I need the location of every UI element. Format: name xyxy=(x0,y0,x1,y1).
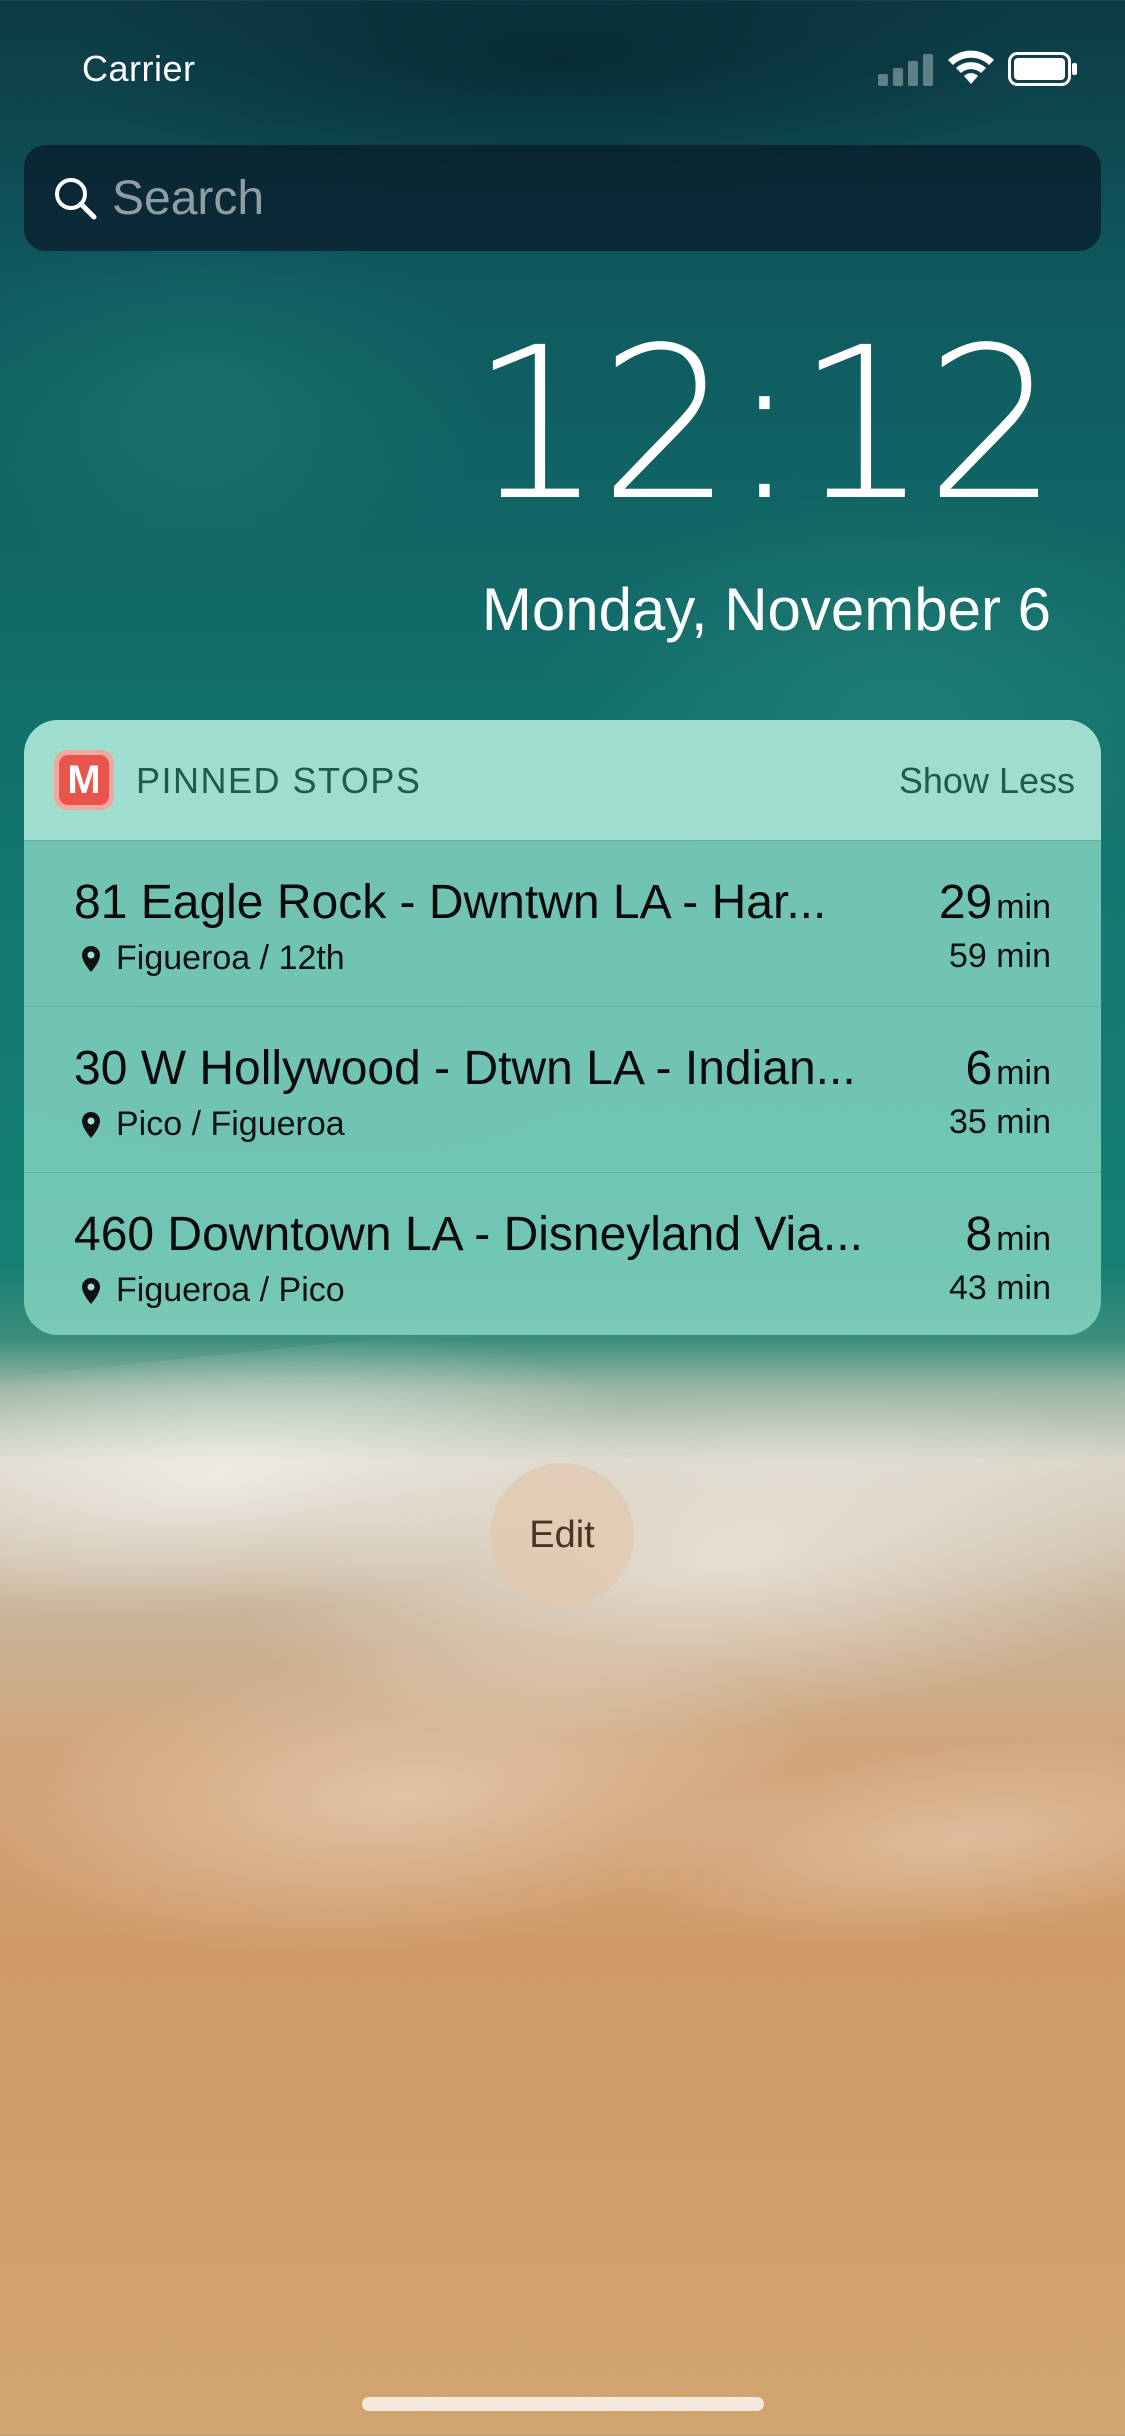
carrier-label: Carrier xyxy=(82,48,196,89)
eta-secondary: 35 min xyxy=(948,1103,1051,1141)
show-less-button[interactable]: Show Less xyxy=(899,760,1075,802)
eta-primary: 8 min xyxy=(966,1207,1052,1262)
eta-primary-unit: min xyxy=(996,1220,1051,1258)
eta-primary: 6 min xyxy=(966,1041,1052,1096)
wifi-icon xyxy=(948,50,994,84)
lock-screen-time: 12:12 xyxy=(469,302,1059,547)
route-name: 460 Downtown LA - Disneyland Via... xyxy=(74,1208,863,1261)
stop-name: Pico / Figueroa xyxy=(116,1105,345,1143)
app-icon[interactable]: M xyxy=(54,750,114,810)
widget-title: PINNED STOPS xyxy=(136,760,422,801)
wallpaper-foam xyxy=(0,1256,1125,2104)
stop-line: Pico / Figueroa xyxy=(80,1105,345,1144)
eta-primary: 29 min xyxy=(939,875,1051,930)
search-placeholder: Search xyxy=(112,171,265,225)
eta-primary-value: 8 xyxy=(965,1208,993,1261)
route-name: 81 Eagle Rock - Dwntwn LA - Har... xyxy=(74,876,827,929)
edit-widgets-button[interactable]: Edit xyxy=(490,1463,634,1607)
stop-row[interactable]: 460 Downtown LA - Disneyland Via... Figu… xyxy=(24,1172,1101,1335)
route-name: 30 W Hollywood - Dtwn LA - Indian... xyxy=(74,1042,856,1095)
pinned-stops-widget: M PINNED STOPS Show Less 81 Eagle Rock -… xyxy=(24,720,1101,1335)
eta-primary-unit: min xyxy=(996,888,1051,926)
eta-secondary: 59 min xyxy=(948,937,1051,975)
home-indicator[interactable] xyxy=(362,2397,764,2411)
stop-name: Figueroa / Pico xyxy=(116,1271,345,1309)
stop-row[interactable]: 30 W Hollywood - Dtwn LA - Indian... Pic… xyxy=(24,1006,1101,1172)
widget-header: M PINNED STOPS Show Less xyxy=(24,720,1101,840)
stop-row[interactable]: 81 Eagle Rock - Dwntwn LA - Har... Figue… xyxy=(24,840,1101,1006)
lock-screen-date: Monday, November 6 xyxy=(481,576,1051,643)
eta-primary-unit: min xyxy=(996,1054,1051,1092)
stop-line: Figueroa / Pico xyxy=(80,1271,345,1310)
cellular-signal-icon xyxy=(878,52,934,86)
search-bar[interactable]: Search xyxy=(24,145,1101,251)
location-pin-icon xyxy=(82,1111,100,1138)
search-icon xyxy=(55,178,97,220)
stop-name: Figueroa / 12th xyxy=(116,939,345,977)
location-pin-icon xyxy=(82,945,100,972)
location-pin-icon xyxy=(82,1277,100,1304)
stop-line: Figueroa / 12th xyxy=(80,939,345,978)
status-bar: Carrier xyxy=(0,0,1125,140)
eta-primary-value: 29 xyxy=(938,876,993,929)
eta-secondary: 43 min xyxy=(948,1269,1051,1307)
eta-primary-value: 6 xyxy=(965,1042,993,1095)
battery-icon xyxy=(1008,52,1077,86)
